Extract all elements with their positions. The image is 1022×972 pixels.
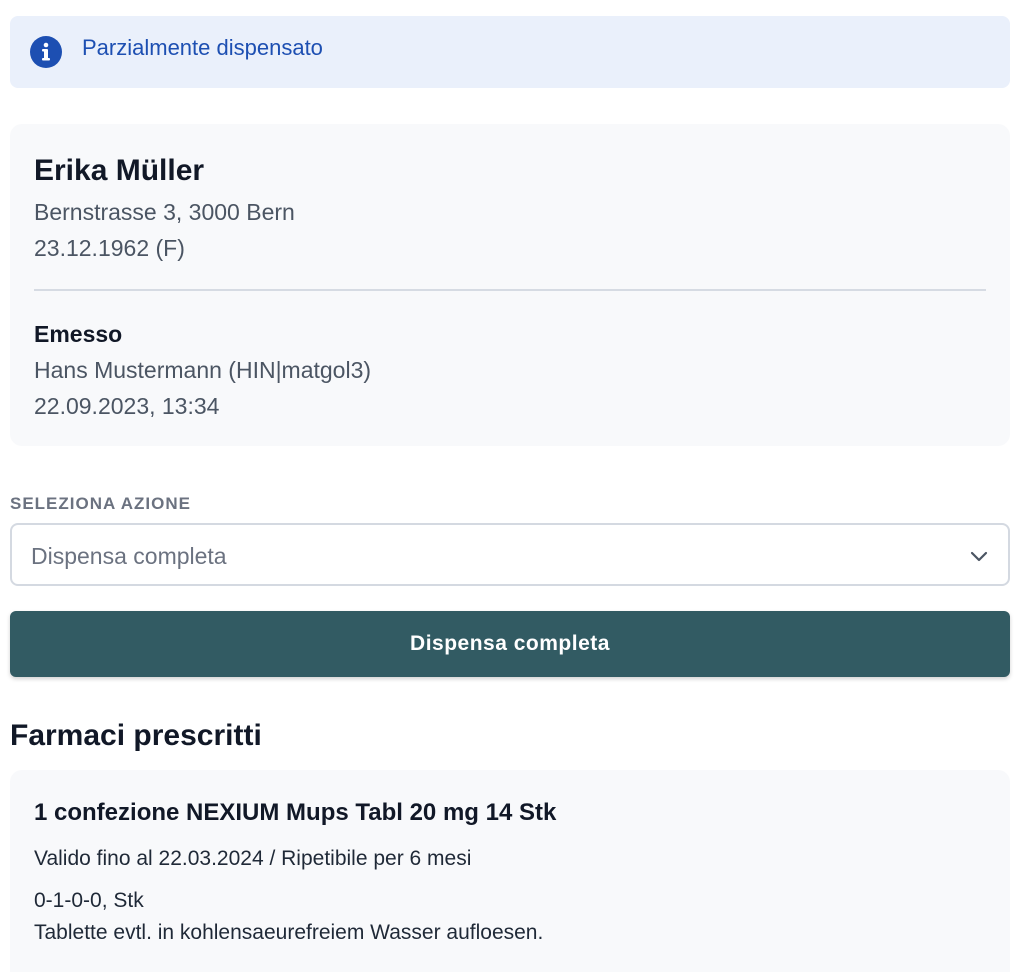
action-select[interactable]: Dispensa completa — [10, 523, 1010, 586]
medication-dosage: 0-1-0-0, Stk — [34, 889, 144, 912]
medication-validity: Valido fino al 22.03.2024 / Ripetibile p… — [34, 847, 472, 870]
patient-birth-date: 23.12.1962 (F) — [34, 235, 185, 261]
action-select-label: SELEZIONA AZIONE — [10, 494, 191, 513]
issuer-heading: Emesso — [34, 321, 123, 347]
info-icon — [30, 36, 62, 68]
patient-card: Erika Müller Bernstrasse 3, 3000 Bern 23… — [10, 124, 1010, 446]
medication-instructions: Tablette evtl. in kohlensaeurefreiem Was… — [34, 921, 544, 944]
medication-card: 1 confezione NEXIUM Mups Tabl 20 mg 14 S… — [10, 770, 1010, 972]
issue-datetime: 22.09.2023, 13:34 — [34, 393, 220, 419]
status-text: Parzialmente dispensato — [82, 35, 323, 60]
prescription-detail-page: Parzialmente dispensato Erika Müller Ber… — [0, 0, 1022, 972]
dispense-complete-button[interactable]: Dispensa completa — [10, 611, 1010, 677]
status-banner: Parzialmente dispensato — [10, 16, 1010, 88]
patient-address: Bernstrasse 3, 3000 Bern — [34, 199, 295, 225]
section-title-medications: Farmaci prescritti — [10, 719, 262, 752]
action-select-value: Dispensa completa — [31, 543, 227, 569]
issuer-name: Hans Mustermann (HIN|matgol3) — [34, 357, 372, 383]
medication-title: 1 confezione NEXIUM Mups Tabl 20 mg 14 S… — [34, 799, 557, 826]
divider — [34, 289, 986, 291]
patient-name: Erika Müller — [34, 154, 205, 187]
chevron-down-icon — [968, 545, 990, 567]
